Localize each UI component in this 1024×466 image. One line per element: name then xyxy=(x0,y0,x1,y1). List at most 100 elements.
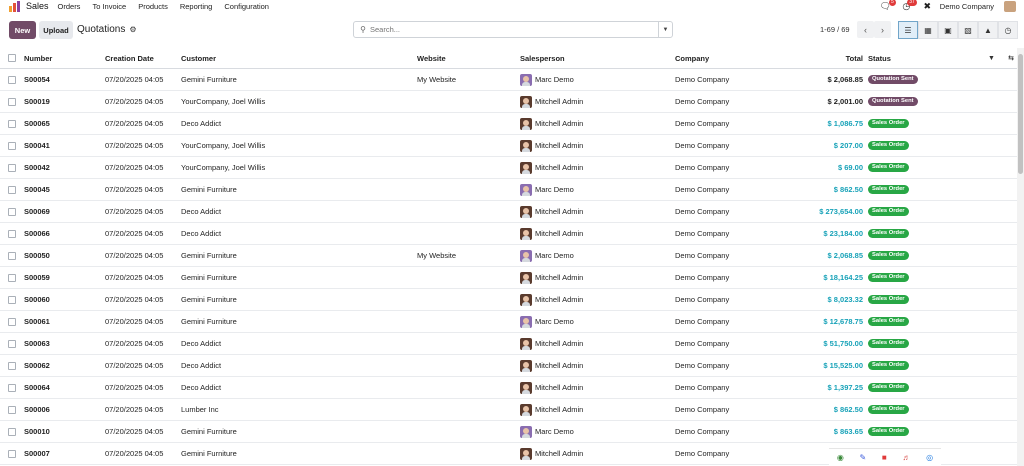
calendar-view-icon[interactable]: ▣ xyxy=(938,21,958,39)
table-row[interactable]: S00063 07/20/2025 04:05 Deco Addict Mitchel… xyxy=(0,333,1017,355)
creation-date: 07/20/2025 04:05 xyxy=(105,383,164,392)
messages-count-badge: 5 xyxy=(889,0,896,6)
row-checkbox[interactable] xyxy=(8,179,16,200)
salesperson-name: Marc Demo xyxy=(535,317,574,326)
row-checkbox[interactable] xyxy=(8,333,16,354)
pager-value[interactable]: 1-69 / 69 xyxy=(820,25,850,34)
salesperson-name: Mitchell Admin xyxy=(535,141,584,150)
table-row[interactable]: S00064 07/20/2025 04:05 Deco Addict Mitchel… xyxy=(0,377,1017,399)
row-checkbox[interactable] xyxy=(8,201,16,222)
table-row[interactable]: S00045 07/20/2025 04:05 Gemini Furniture Ma… xyxy=(0,179,1017,201)
creation-date: 07/20/2025 04:05 xyxy=(105,185,164,194)
gear-icon[interactable]: ⚙ xyxy=(129,25,136,34)
customer-name: Deco Addict xyxy=(181,383,222,392)
row-checkbox[interactable] xyxy=(8,245,16,266)
sales-app-logo-icon[interactable] xyxy=(9,0,21,12)
pivot-view-icon[interactable]: ▧ xyxy=(958,21,978,39)
row-checkbox[interactable] xyxy=(8,157,16,178)
table-row[interactable]: S00054 07/20/2025 04:05 Gemini Furniture My… xyxy=(0,69,1017,91)
row-checkbox[interactable] xyxy=(8,91,16,112)
column-settings-icon[interactable]: ⇆ xyxy=(1008,54,1014,62)
table-row[interactable]: S00006 07/20/2025 04:05 Lumber Inc Mitchell… xyxy=(0,399,1017,421)
menu-item-products[interactable]: Products xyxy=(138,2,168,11)
table-row[interactable]: S00061 07/20/2025 04:05 Gemini Furniture Ma… xyxy=(0,311,1017,333)
activity-view-icon[interactable]: ◷ xyxy=(998,21,1018,39)
row-checkbox[interactable] xyxy=(8,135,16,156)
search-input[interactable] xyxy=(370,25,658,34)
speaker-icon[interactable]: ♬ xyxy=(902,453,910,462)
messages-icon[interactable]: 🗨 5 xyxy=(879,0,896,11)
table-row[interactable]: S00065 07/20/2025 04:05 Deco Addict Mitchel… xyxy=(0,113,1017,135)
table-row[interactable]: S00062 07/20/2025 04:05 Deco Addict Mitchel… xyxy=(0,355,1017,377)
row-checkbox[interactable] xyxy=(8,311,16,332)
table-row[interactable]: S00019 07/20/2025 04:05 YourCompany, Joel … xyxy=(0,91,1017,113)
row-checkbox[interactable] xyxy=(8,399,16,420)
table-row[interactable]: S00060 07/20/2025 04:05 Gemini Furniture Mi… xyxy=(0,289,1017,311)
view-switcher: ☰ ▦ ▣ ▧ ▲ ◷ xyxy=(898,21,1018,39)
table-row[interactable]: S00066 07/20/2025 04:05 Deco Addict Mitchel… xyxy=(0,223,1017,245)
menu-item-reporting[interactable]: Reporting xyxy=(180,2,213,11)
column-header-status[interactable]: Status xyxy=(868,48,891,68)
status-badge: Sales Order xyxy=(868,405,909,414)
table-row[interactable]: S00010 07/20/2025 04:05 Gemini Furniture Ma… xyxy=(0,421,1017,443)
table-row[interactable]: S00050 07/20/2025 04:05 Gemini Furniture My… xyxy=(0,245,1017,267)
pager-previous-button[interactable]: ‹ xyxy=(857,21,874,38)
column-header-number[interactable]: Number xyxy=(24,48,52,68)
table-row[interactable]: S00059 07/20/2025 04:05 Gemini Furniture Mi… xyxy=(0,267,1017,289)
sort-caret-icon[interactable]: ▼ xyxy=(988,55,995,62)
activities-clock-icon[interactable]: ◷ 37 xyxy=(900,0,917,11)
column-header-salesperson[interactable]: Salesperson xyxy=(520,48,565,68)
company-name: Demo Company xyxy=(675,207,730,216)
row-checkbox[interactable] xyxy=(8,223,16,244)
row-checkbox[interactable] xyxy=(8,267,16,288)
app-name[interactable]: Sales xyxy=(26,1,49,11)
kanban-view-icon[interactable]: ▦ xyxy=(918,21,938,39)
row-checkbox[interactable] xyxy=(8,113,16,134)
row-checkbox[interactable] xyxy=(8,443,16,464)
search-options-toggle-icon[interactable]: ▼ xyxy=(658,22,672,37)
salesperson-avatar xyxy=(520,425,532,438)
tools-icon[interactable]: ✖ xyxy=(921,1,934,11)
column-header-total[interactable]: Total xyxy=(780,48,863,68)
order-number: S00050 xyxy=(24,251,50,260)
vertical-scrollbar[interactable] xyxy=(1017,48,1024,466)
menu-item-configuration[interactable]: Configuration xyxy=(224,2,269,11)
browser-icon[interactable]: ◎ xyxy=(926,453,933,462)
salesperson: Mitchell Admin xyxy=(520,91,583,112)
user-avatar[interactable] xyxy=(1004,0,1016,12)
salesperson: Marc Demo xyxy=(520,69,574,90)
globe-icon[interactable]: ◉ xyxy=(837,453,844,462)
flag-icon[interactable]: ■ xyxy=(882,453,887,462)
menu-item-orders[interactable]: Orders xyxy=(58,2,81,11)
scrollbar-thumb[interactable] xyxy=(1018,54,1023,174)
company-switcher[interactable]: Demo Company xyxy=(940,2,994,11)
menu-item-to-invoice[interactable]: To Invoice xyxy=(92,2,126,11)
row-checkbox[interactable] xyxy=(8,69,16,90)
row-checkbox[interactable] xyxy=(8,421,16,442)
select-all-checkbox[interactable] xyxy=(8,48,16,68)
row-checkbox[interactable] xyxy=(8,289,16,310)
table-row[interactable]: S00042 07/20/2025 04:05 YourCompany, Joel … xyxy=(0,157,1017,179)
column-header-customer[interactable]: Customer xyxy=(181,48,216,68)
status-cell: Sales Order xyxy=(868,135,909,156)
new-button[interactable]: New xyxy=(9,21,36,39)
column-header-website[interactable]: Website xyxy=(417,48,446,68)
upload-button[interactable]: Upload xyxy=(39,21,73,39)
optional-columns-toggle[interactable]: ▼ ⇆ xyxy=(988,48,1014,68)
row-checkbox[interactable] xyxy=(8,355,16,376)
salesperson: Mitchell Admin xyxy=(520,223,583,244)
company-name: Demo Company xyxy=(675,163,730,172)
pen-icon[interactable]: ✎ xyxy=(860,453,867,462)
pager-next-button[interactable]: › xyxy=(874,21,891,38)
total-amount: $ 51,750.00 xyxy=(823,339,863,348)
graph-view-icon[interactable]: ▲ xyxy=(978,21,998,39)
table-row[interactable]: S00041 07/20/2025 04:05 YourCompany, Joel … xyxy=(0,135,1017,157)
table-row[interactable]: S00069 07/20/2025 04:05 Deco Addict Mitchel… xyxy=(0,201,1017,223)
status-badge: Sales Order xyxy=(868,361,909,370)
salesperson-avatar xyxy=(520,337,532,350)
column-header-creation-date[interactable]: Creation Date xyxy=(105,48,154,68)
column-header-company[interactable]: Company xyxy=(675,48,709,68)
status-cell: Quotation Sent xyxy=(868,91,918,112)
list-view-icon[interactable]: ☰ xyxy=(898,21,918,39)
row-checkbox[interactable] xyxy=(8,377,16,398)
